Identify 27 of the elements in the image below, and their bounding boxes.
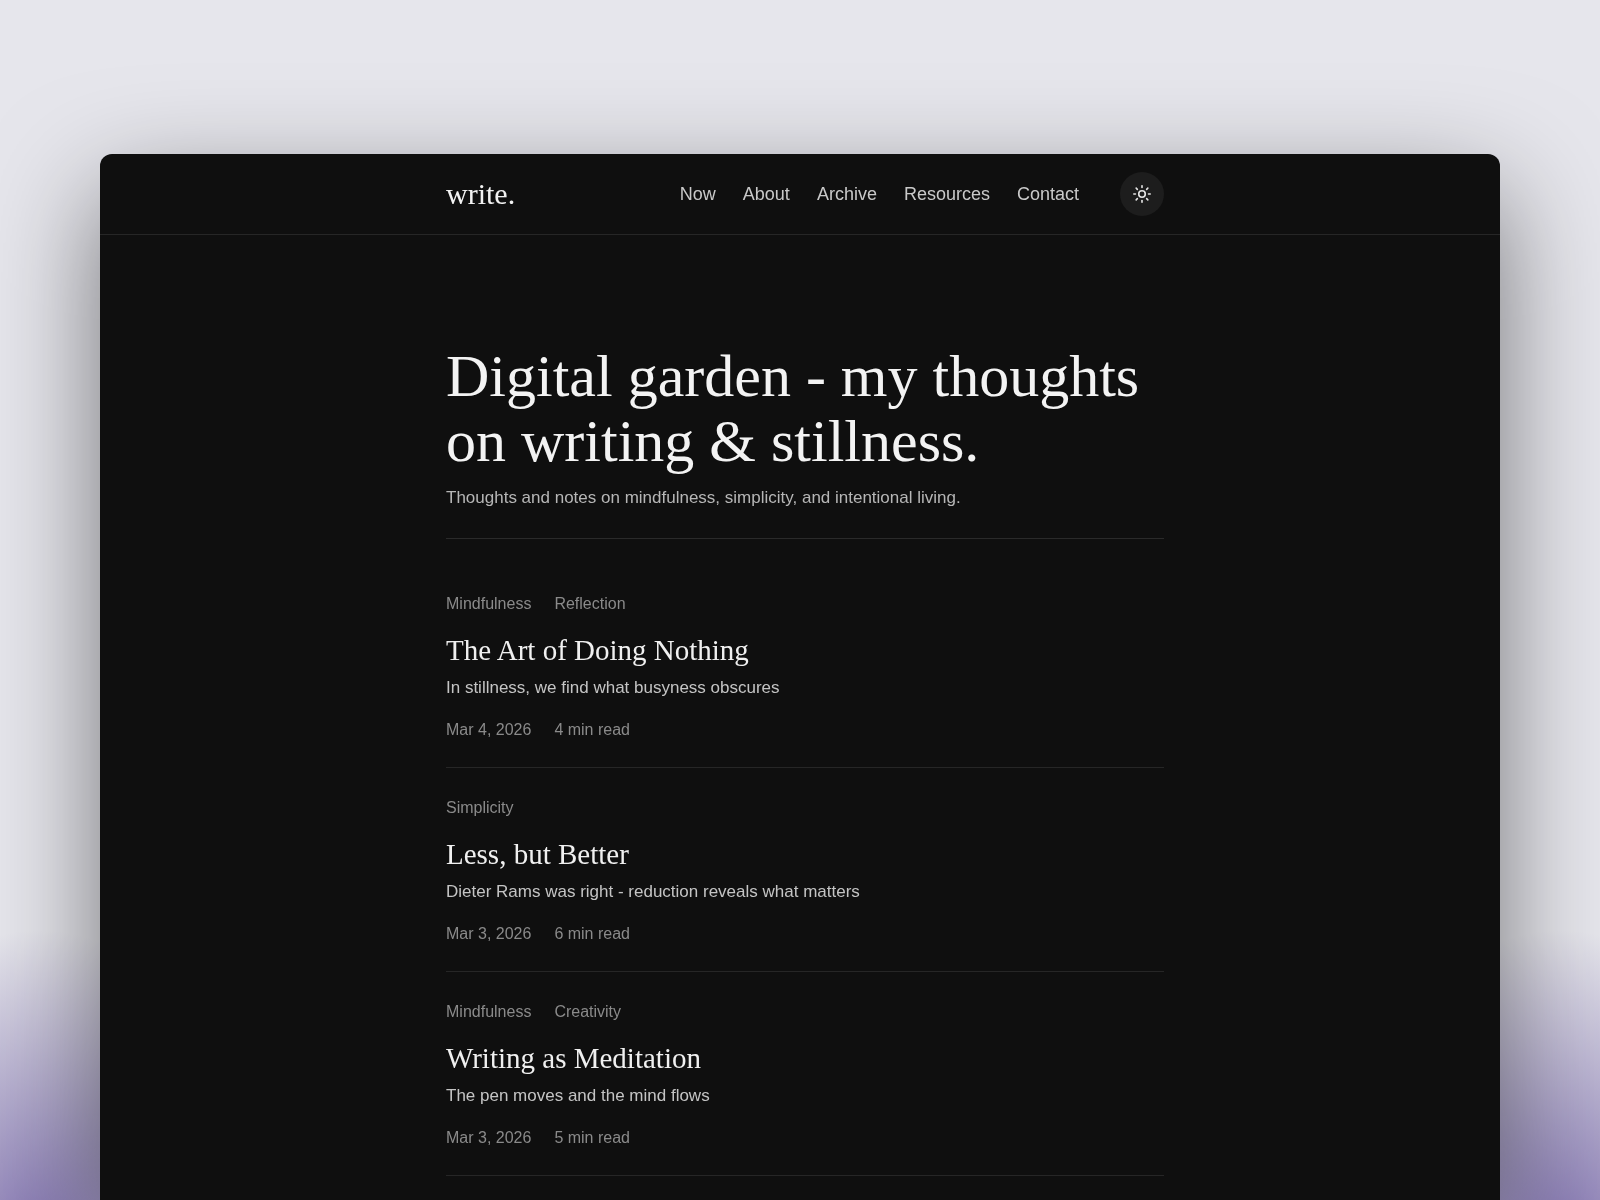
post-title[interactable]: Writing as Meditation — [446, 1040, 701, 1076]
post-date: Mar 3, 2026 — [446, 924, 532, 944]
page-title: Digital garden - my thoughts on writing & stillness. — [446, 344, 1141, 474]
post-title[interactable]: The Art of Doing Nothing — [446, 632, 749, 668]
post-date: Mar 4, 2026 — [446, 720, 532, 740]
read-time: 6 min read — [554, 924, 630, 944]
post-title[interactable]: Less, but Better — [446, 836, 629, 872]
post-tag[interactable]: Reflection — [554, 594, 626, 614]
post-tag[interactable]: Mindfulness — [446, 1002, 532, 1022]
nav-link[interactable]: Now — [679, 182, 716, 206]
sun-icon — [1133, 185, 1151, 203]
post-excerpt: In stillness, we find what busyness obscures — [446, 677, 781, 699]
post-tag[interactable]: Creativity — [554, 1002, 622, 1022]
post-excerpt: The pen moves and the mind flows — [446, 1085, 711, 1107]
post-tag[interactable]: Simplicity — [446, 798, 514, 818]
post-tag[interactable]: Mindfulness — [446, 594, 532, 614]
nav-link[interactable]: Contact — [1016, 182, 1079, 206]
nav-link[interactable]: About — [742, 182, 790, 206]
nav-link[interactable]: Archive — [816, 182, 877, 206]
page-subtitle: Thoughts and notes on mindfulness, simplicity, and intentional living. — [446, 487, 962, 509]
post-date: Mar 3, 2026 — [446, 1128, 532, 1148]
nav-link[interactable]: Resources — [903, 182, 990, 206]
post-excerpt: Dieter Rams was right - reduction reveals what matters — [446, 881, 861, 903]
theme-toggle-button[interactable] — [1120, 172, 1164, 216]
site-logo[interactable]: write. — [446, 176, 516, 212]
read-time: 5 min read — [554, 1128, 630, 1148]
read-time: 4 min read — [554, 720, 630, 740]
